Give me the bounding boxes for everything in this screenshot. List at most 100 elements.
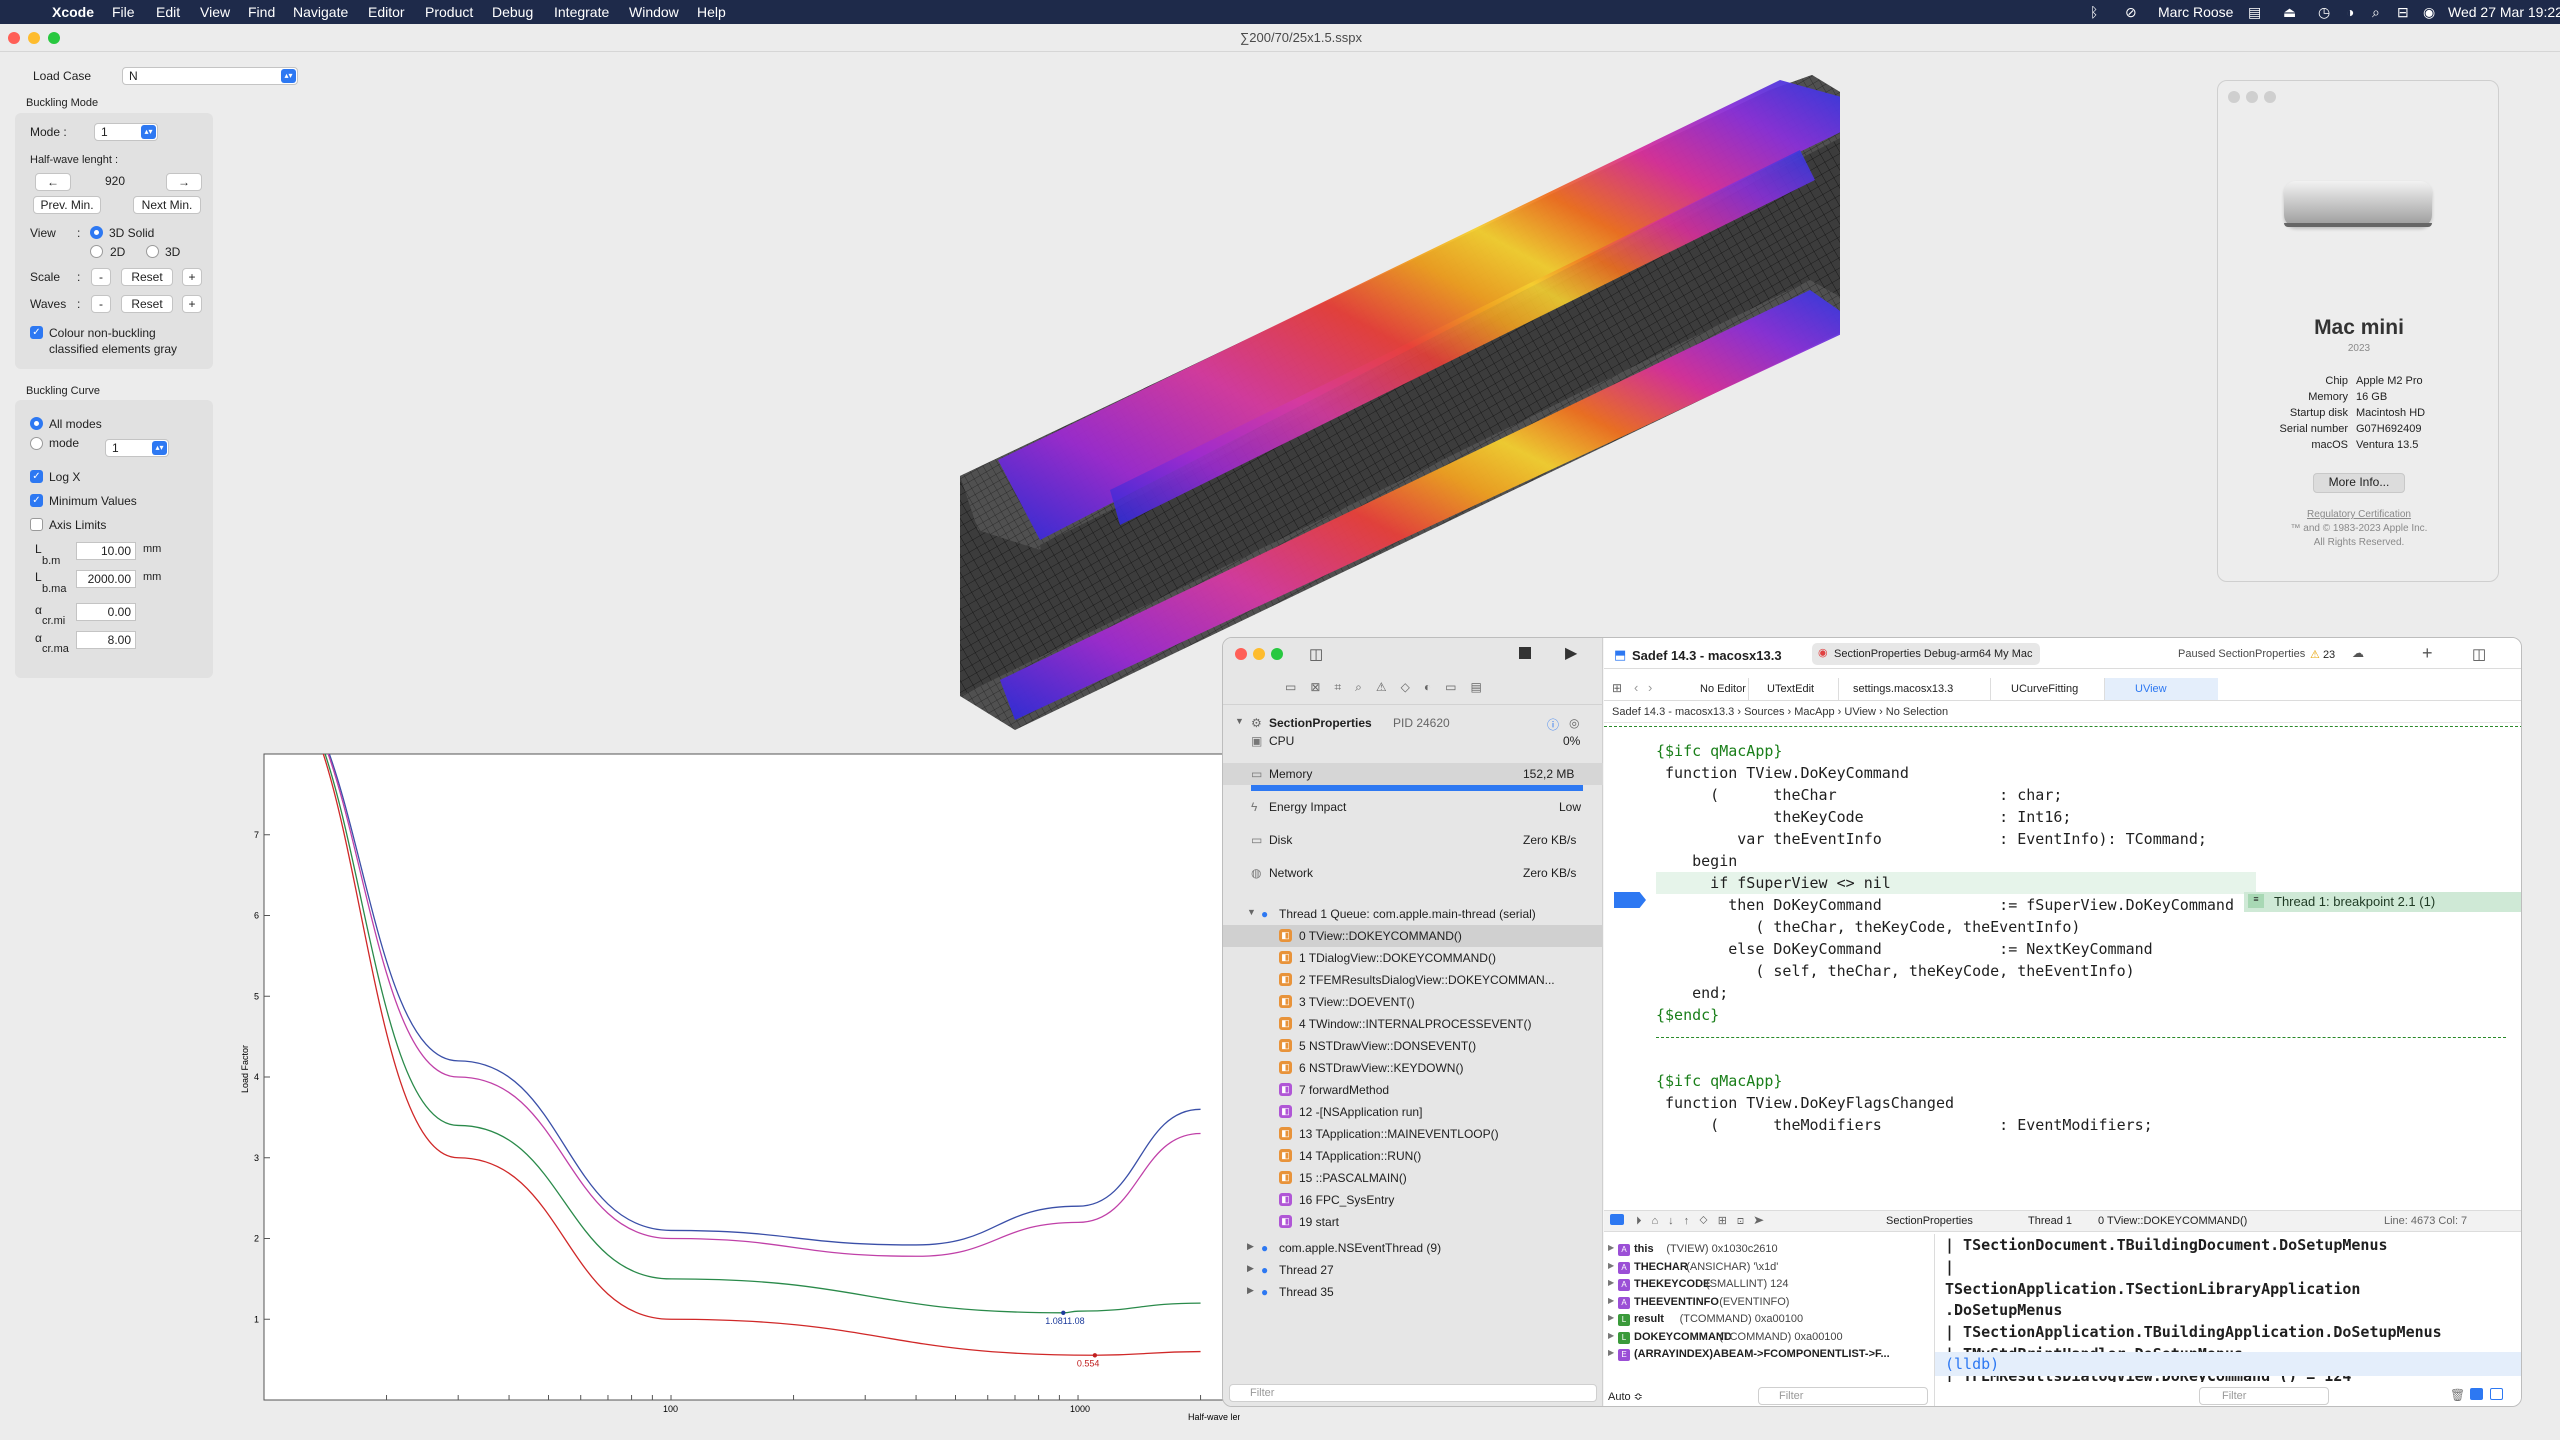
gauge-disk[interactable]: ▭ Disk Zero KB/s (1223, 829, 1603, 851)
thread-1-row[interactable]: ▼ ● Thread 1 Queue: com.apple.main-threa… (1223, 903, 1603, 925)
user-name[interactable]: Marc Roose (2158, 4, 2233, 20)
close-button[interactable] (8, 32, 20, 44)
mode-radio[interactable] (30, 437, 43, 450)
bluetooth-icon[interactable]: ᛒ (2090, 4, 2098, 20)
show-console-icon[interactable] (2490, 1388, 2503, 1400)
waves-reset-button[interactable]: Reset (121, 295, 173, 313)
gauge-energy[interactable]: ϟ Energy Impact Low (1223, 796, 1603, 818)
stack-frame[interactable]: ◧ 14 TApplication::RUN() (1223, 1145, 1603, 1167)
menu-find[interactable]: Find (248, 4, 275, 20)
disclosure-right-icon[interactable]: ▶ (1608, 1296, 1614, 1305)
stop-icon[interactable] (1519, 647, 1531, 659)
view-3dsolid-radio[interactable] (90, 226, 103, 239)
tab-utextedit[interactable]: UTextEdit (1748, 678, 1838, 700)
mode-select[interactable]: 1 ▴▾ (94, 123, 158, 141)
thread-row[interactable]: ▶ ● Thread 27 (1223, 1259, 1603, 1281)
scale-plus-button[interactable]: + (182, 268, 202, 286)
stack-frame[interactable]: ◧ 7 forwardMethod (1223, 1079, 1603, 1101)
search-icon[interactable]: ⌕ (2372, 4, 2380, 21)
stack-frame[interactable]: ◧ 4 TWindow::INTERNALPROCESSEVENT() (1223, 1013, 1603, 1035)
stack-frame[interactable]: ◧ 15 ::PASCALMAIN() (1223, 1167, 1603, 1189)
xcode-zoom-button[interactable] (1271, 648, 1283, 660)
tab-ucurvefitting[interactable]: UCurveFitting (1990, 678, 2104, 700)
beam-3d-view[interactable] (940, 70, 1840, 730)
xcode-close-button[interactable] (1235, 648, 1247, 660)
scale-reset-button[interactable]: Reset (121, 268, 173, 286)
variables-scope-select[interactable]: Auto ≎ (1608, 1390, 1643, 1403)
stack-frame[interactable]: ◧ 13 TApplication::MAINEVENTLOOP() (1223, 1123, 1603, 1145)
sidebar-toggle-icon[interactable]: ◫ (1309, 645, 1323, 663)
debug-thread[interactable]: Thread 1 (2028, 1215, 2072, 1227)
wifi-off-icon[interactable]: ⊘ (2125, 4, 2137, 21)
variable-row[interactable]: ▶ E (ARRAYINDEX)ABEAM->FCOMPONENTLIST->F..… (1604, 1347, 1934, 1364)
colour-gray-checkbox[interactable]: ✓ (30, 326, 43, 339)
menu-view[interactable]: View (200, 4, 230, 20)
variable-row[interactable]: ▶ A THECHAR (ANSICHAR) '\x1d' (1604, 1260, 1934, 1277)
disclosure-right-icon[interactable]: ▶ (1608, 1348, 1614, 1357)
scale-minus-button[interactable]: - (91, 268, 111, 286)
disclosure-right-icon[interactable]: ▶ (1608, 1278, 1614, 1287)
lbm-field[interactable]: 10.00 (76, 542, 136, 560)
stack-frame[interactable]: ◧ 12 -[NSApplication run] (1223, 1101, 1603, 1123)
disclosure-right-icon[interactable]: ▶ (1608, 1261, 1614, 1270)
menu-navigate[interactable]: Navigate (293, 4, 348, 20)
warning-badge[interactable]: ⚠ 23 (2310, 648, 2335, 661)
minimize-button[interactable] (28, 32, 40, 44)
disclosure-right-icon[interactable]: ▶ (1608, 1331, 1614, 1340)
lbma-field[interactable]: 2000.00 (76, 570, 136, 588)
breadcrumb[interactable]: Sadef 14.3 - macosx13.3 › Sources › MacA… (1612, 706, 1948, 718)
variable-row[interactable]: ▶ Lresult (TCOMMAND) 0xa00100 (1604, 1312, 1934, 1329)
menu-editor[interactable]: Editor (368, 4, 405, 20)
disclosure-right-icon[interactable]: ▶ (1608, 1243, 1614, 1252)
all-modes-radio[interactable] (30, 417, 43, 430)
curve-mode-select[interactable]: 1 ▴▾ (105, 439, 169, 457)
breadcrumb-item[interactable]: Sources (1744, 706, 1784, 718)
run-icon[interactable]: ▶ (1565, 643, 1577, 663)
tab-uview[interactable]: UView (2104, 678, 2218, 700)
menu-window[interactable]: Window (629, 4, 679, 20)
code-editor[interactable]: {$ifc qMacApp} function TView.DoKeyComma… (1604, 740, 2521, 1202)
stack-frame-selected[interactable]: ◧ 0 TView::DOKEYCOMMAND() (1223, 925, 1603, 947)
menu-debug[interactable]: Debug (492, 4, 533, 20)
tab-no-editor[interactable]: No Editor (1664, 678, 1748, 700)
xcode-minimize-button[interactable] (1253, 648, 1265, 660)
stack-frame[interactable]: ◧ 5 NSTDrawView::DONSEVENT() (1223, 1035, 1603, 1057)
variable-row[interactable]: ▶ A THEKEYCODE (SMALLINT) 124 (1604, 1277, 1934, 1294)
add-icon[interactable]: + (2422, 643, 2433, 664)
variable-row[interactable]: ▶ L DOKEYCOMMAND (TCOMMAND) 0xa00100 (1604, 1330, 1934, 1347)
waves-plus-button[interactable]: + (182, 295, 202, 313)
keyboard-icon[interactable]: ▤ (2248, 4, 2261, 21)
menu-product[interactable]: Product (425, 4, 473, 20)
variable-row[interactable]: ▶ Athis (TVIEW) 0x1030c2610 (1604, 1242, 1934, 1259)
variable-row[interactable]: ▶ A THEEVENTINFO (EVENTINFO) (1604, 1295, 1934, 1312)
debug-process[interactable]: SectionProperties (1886, 1215, 1973, 1227)
forward-icon[interactable]: › (1648, 680, 1652, 695)
menu-edit[interactable]: Edit (156, 4, 180, 20)
stack-frame[interactable]: ◧ 1 TDialogView::DOKEYCOMMAND() (1223, 947, 1603, 969)
about-minimize-button[interactable] (2246, 91, 2258, 103)
waves-minus-button[interactable]: - (91, 295, 111, 313)
clock-icon[interactable]: ◷ (2318, 4, 2330, 21)
breadcrumb-item[interactable]: No Selection (1886, 706, 1948, 718)
acrmi-field[interactable]: 0.00 (76, 603, 136, 621)
back-icon[interactable]: ‹ (1634, 680, 1638, 695)
stack-frame[interactable]: ◧ 6 NSTDrawView::KEYDOWN() (1223, 1057, 1603, 1079)
show-variables-icon[interactable] (2470, 1388, 2483, 1400)
prev-min-button[interactable]: Prev. Min. (33, 196, 101, 214)
breakpoints-toggle-icon[interactable] (1610, 1214, 1624, 1225)
inspector-toggle-icon[interactable]: ◫ (2472, 645, 2486, 663)
menubar-clock[interactable]: Wed 27 Mar 19:22 (2448, 4, 2560, 20)
acrma-field[interactable]: 8.00 (76, 631, 136, 649)
eject-icon[interactable]: ⏏ (2283, 4, 2296, 21)
halfwave-decrease-button[interactable]: ← (35, 173, 71, 191)
disclosure-right-icon[interactable]: ▶ (1608, 1313, 1614, 1322)
stack-frame[interactable]: ◧ 3 TView::DOEVENT() (1223, 991, 1603, 1013)
console-filter-field[interactable]: Filter (2199, 1387, 2329, 1405)
regulatory-link[interactable]: Regulatory Certification (2218, 509, 2500, 520)
more-info-button[interactable]: More Info... (2313, 473, 2405, 493)
stack-frame[interactable]: ◧ 19 start (1223, 1211, 1603, 1233)
menu-integrate[interactable]: Integrate (554, 4, 609, 20)
breadcrumb-item[interactable]: UView (1844, 706, 1876, 718)
gauge-icon[interactable]: ◎ (1569, 716, 1579, 730)
variables-view[interactable]: ▶ Athis (TVIEW) 0x1030c2610 ▶ A THECHAR (ANSIC… (1604, 1234, 1934, 1384)
